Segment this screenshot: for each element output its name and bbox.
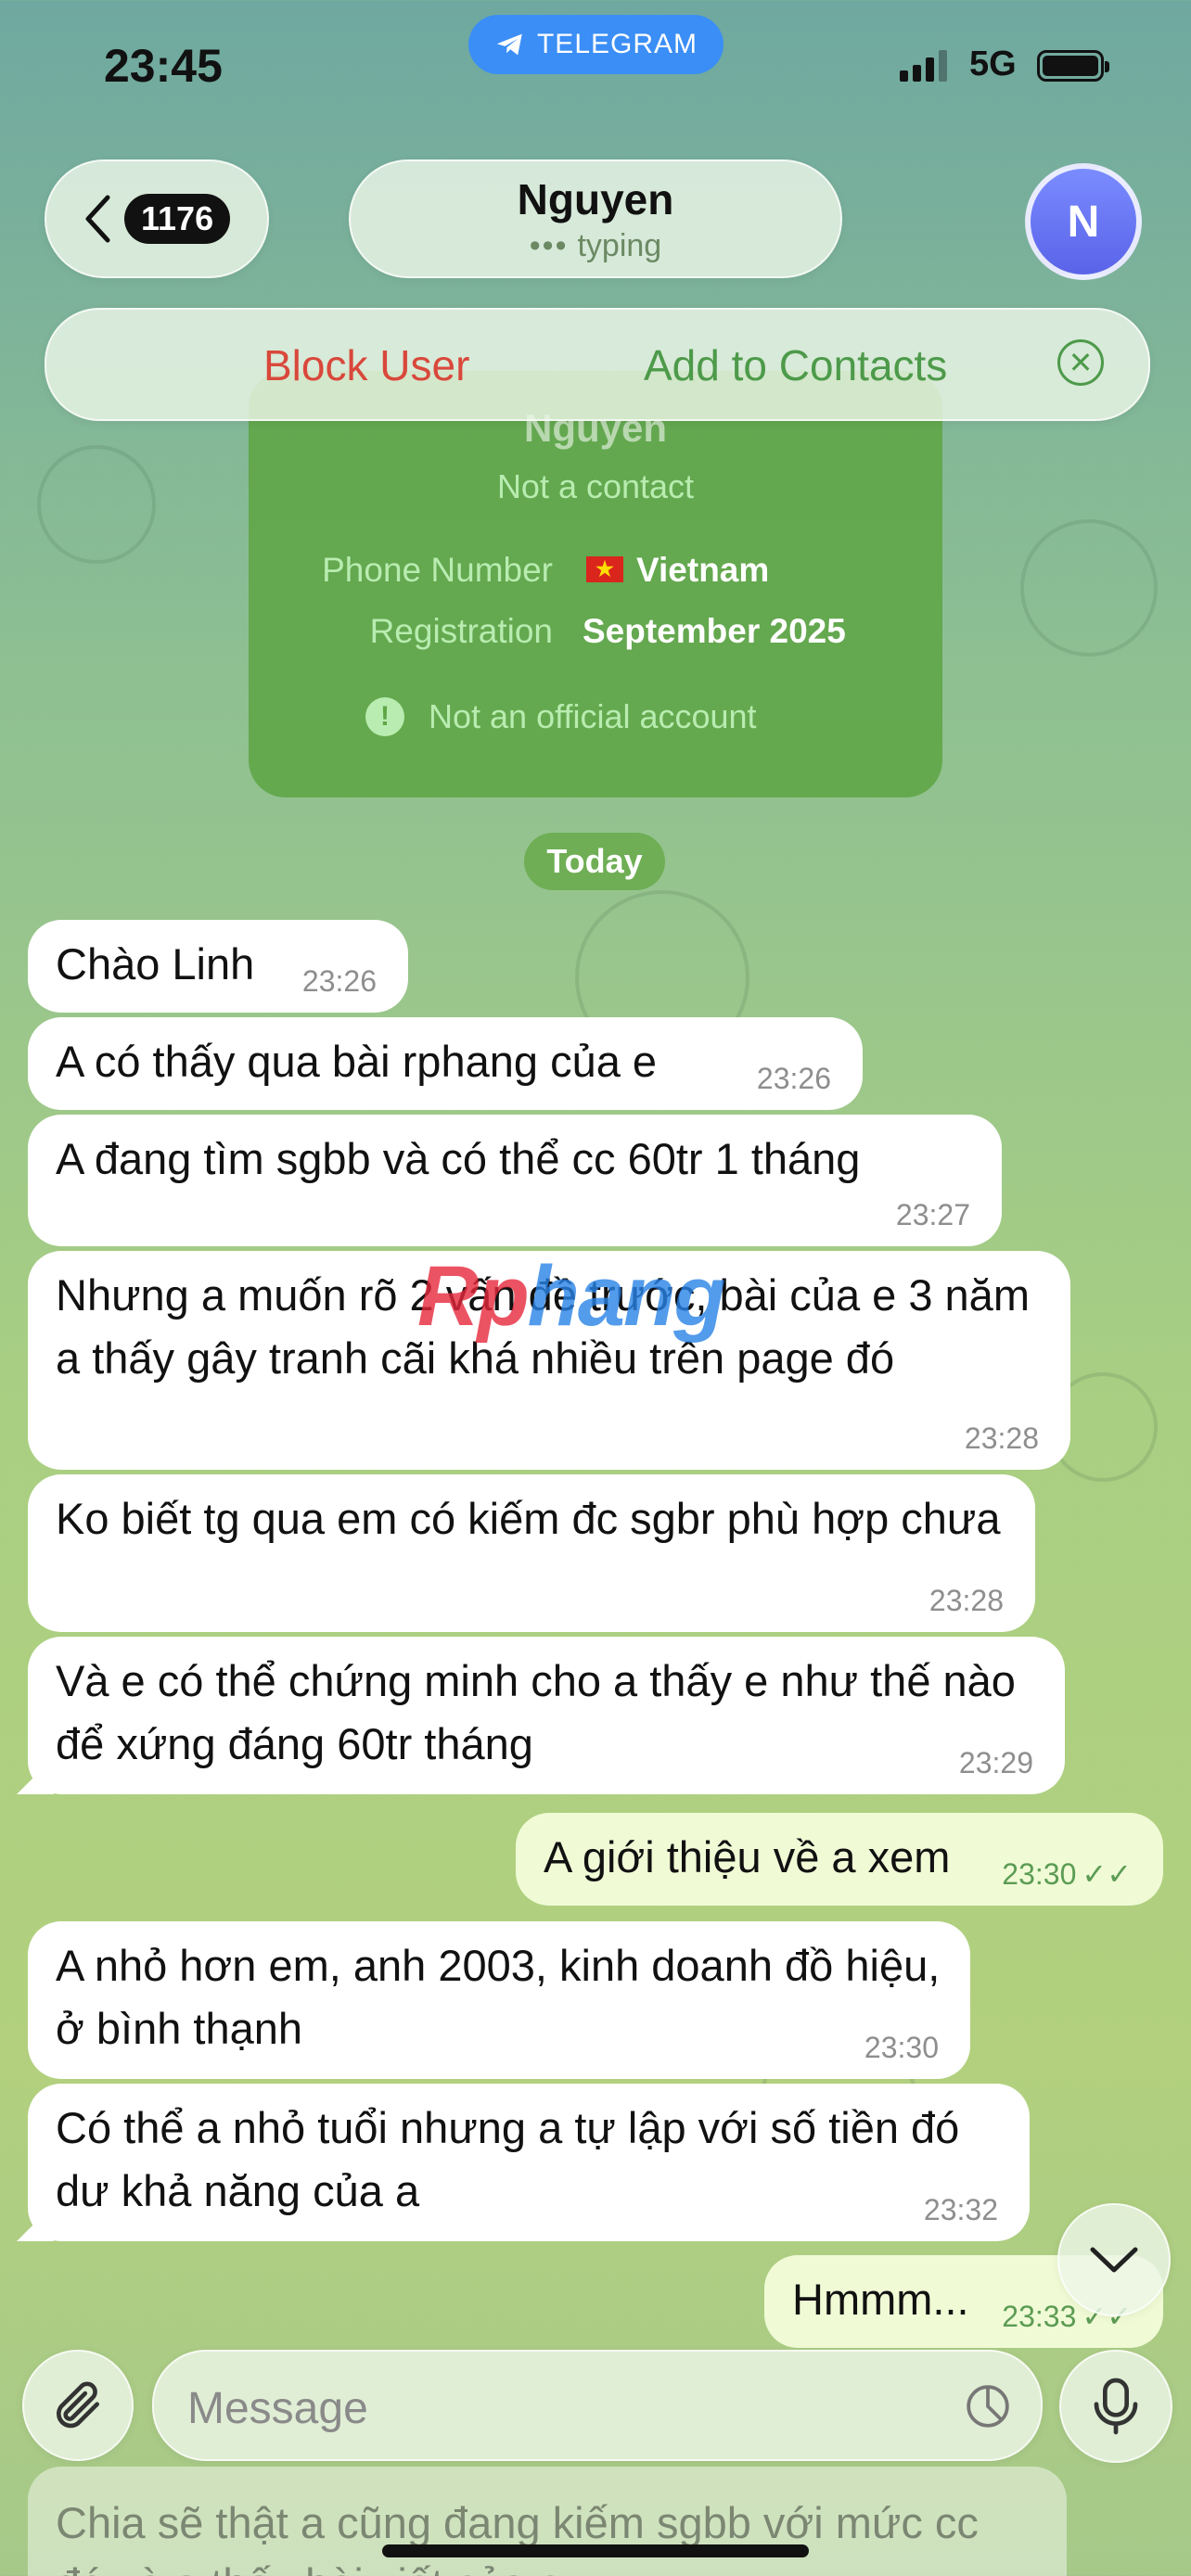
message-bubble[interactable]: A nhỏ hơn em, anh 2003, kinh doanh đồ hi… <box>28 1921 970 2079</box>
message-bubble[interactable]: Và e có thể chứng minh cho a thấy e như … <box>28 1637 1065 1794</box>
message-text: Chào Linh <box>56 939 255 988</box>
chat-title[interactable]: Nguyen ••• typing <box>349 159 842 278</box>
telegram-pill-label: TELEGRAM <box>536 29 698 59</box>
message-text: Có thể a nhỏ tuổi nhưng a tự lập với số … <box>56 2103 960 2215</box>
watermark-logo: Rphang <box>417 1249 725 1344</box>
unread-count-badge: 1176 <box>124 194 231 244</box>
message-bubble[interactable]: Có thể a nhỏ tuổi nhưng a tự lập với số … <box>28 2084 1030 2241</box>
chat-name: Nguyen <box>517 175 674 223</box>
contact-info-card: Nguyen Not a contact Phone Number ★ Vietn… <box>249 371 942 797</box>
message-text: A đang tìm sgbb và có thể cc 60tr 1 thán… <box>56 1134 861 1183</box>
chevron-down-icon <box>1090 2247 1138 2273</box>
message-input[interactable]: Message <box>152 2350 1043 2461</box>
message-time: 23:27 <box>895 1198 970 1231</box>
message-text: Ko biết tg qua em có kiếm đc sgbr phù hợ… <box>56 1494 1001 1543</box>
action-bar: Block User Add to Contacts ✕ <box>45 308 1150 421</box>
network-type: 5G <box>969 45 1017 83</box>
info-subtitle: Not a contact <box>496 467 695 505</box>
message-text: A có thấy qua bài rphang của e <box>56 1037 658 1086</box>
status-time: 23:45 <box>104 40 223 92</box>
attach-button[interactable] <box>22 2350 134 2461</box>
official-warning: Not an official account <box>429 697 757 735</box>
message-time: 23:32 <box>923 2193 998 2226</box>
chevron-left-icon <box>85 195 110 243</box>
scroll-down-button[interactable] <box>1057 2203 1171 2316</box>
registration-value: September 2025 <box>583 612 846 650</box>
telegram-plane-icon <box>496 33 522 56</box>
message-time: 23:30 <box>1002 1857 1077 1891</box>
registration-label: Registration <box>369 612 553 650</box>
chat-status: typing <box>577 228 662 263</box>
message-time: 23:26 <box>756 1062 831 1095</box>
microphone-icon <box>1094 2378 1138 2435</box>
message-text: Hmmm... <box>792 2275 969 2324</box>
add-to-contacts-button[interactable]: Add to Contacts <box>644 340 947 390</box>
message-time: 23:30 <box>864 2031 939 2064</box>
signal-icon <box>900 50 947 82</box>
message-time: 23:28 <box>964 1422 1039 1455</box>
message-text: A giới thiệu về a xem <box>544 1832 951 1881</box>
phone-value: Vietnam <box>636 551 770 589</box>
peek-message: Chia sẽ thật a cũng đang kiếm sgbb với m… <box>28 2467 1067 2576</box>
sticker-icon[interactable] <box>965 2383 1011 2429</box>
message-time: 23:33 <box>1002 2300 1077 2333</box>
message-bubble-outgoing[interactable]: A giới thiệu về a xem 23:30 ✓✓ <box>516 1813 1163 1906</box>
message-bubble[interactable]: A đang tìm sgbb và có thể cc 60tr 1 thán… <box>28 1115 1002 1246</box>
message-bubble[interactable]: Chào Linh 23:26 <box>28 920 408 1013</box>
back-button[interactable]: 1176 <box>45 159 269 278</box>
phone-label: Phone Number <box>322 551 553 589</box>
close-icon[interactable]: ✕ <box>1057 339 1104 386</box>
double-check-icon: ✓✓ <box>1082 1857 1132 1891</box>
message-time: 23:26 <box>301 964 377 998</box>
block-user-button[interactable]: Block User <box>263 340 469 390</box>
message-bubble[interactable]: Ko biết tg qua em có kiếm đc sgbr phù hợ… <box>28 1474 1035 1632</box>
message-placeholder: Message <box>187 2384 368 2433</box>
date-divider: Today <box>524 833 665 890</box>
telegram-pill[interactable]: TELEGRAM <box>468 15 724 74</box>
avatar[interactable]: N <box>1025 163 1142 280</box>
exclamation-icon: ! <box>365 697 404 736</box>
message-time: 23:28 <box>928 1584 1004 1617</box>
vietnam-flag-icon: ★ <box>586 556 623 583</box>
message-time: 23:29 <box>958 1746 1033 1779</box>
paperclip-icon <box>57 2381 99 2429</box>
microphone-button[interactable] <box>1059 2350 1172 2463</box>
message-text: A nhỏ hơn em, anh 2003, kinh doanh đồ hi… <box>56 1941 941 2053</box>
home-indicator <box>382 2544 809 2557</box>
message-text: Và e có thể chứng minh cho a thấy e như … <box>56 1656 1016 1768</box>
battery-icon <box>1037 50 1109 82</box>
background-doodle <box>37 445 156 564</box>
typing-dots-icon: ••• <box>529 228 569 263</box>
background-doodle <box>1020 519 1158 657</box>
message-bubble[interactable]: A có thấy qua bài rphang của e 23:26 <box>28 1017 863 1110</box>
